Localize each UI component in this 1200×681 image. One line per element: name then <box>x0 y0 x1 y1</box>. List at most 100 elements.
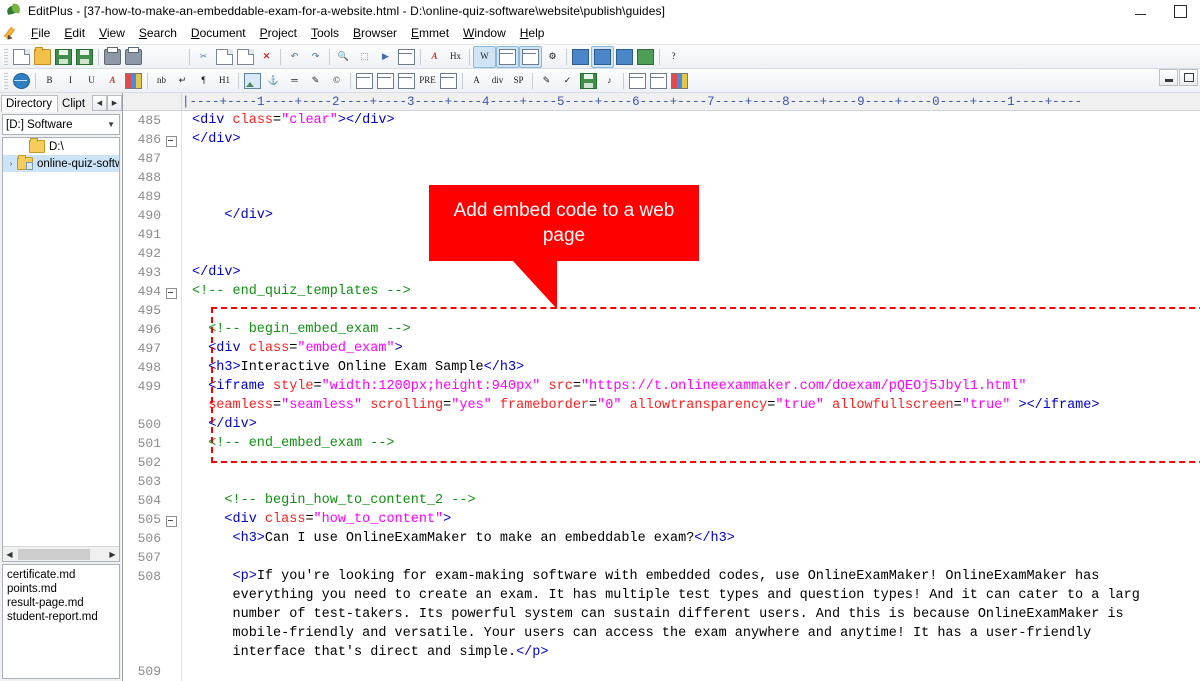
chevron-left-icon[interactable]: ◀ <box>92 95 107 111</box>
toolbar-grip[interactable] <box>3 48 8 65</box>
list-icon[interactable] <box>438 71 459 91</box>
menu-item-document[interactable]: Document <box>184 24 253 42</box>
anchor-icon[interactable]: ⚓ <box>263 71 284 91</box>
code-line[interactable]: <iframe style="width:1200px;height:940px… <box>192 377 1026 396</box>
goto-line-icon[interactable] <box>396 47 417 67</box>
directory-tree[interactable]: D:\ › online-quiz-softw ◀ ▶ <box>2 137 120 562</box>
code-line[interactable]: <div class="clear"></div> <box>192 111 395 130</box>
code-line[interactable]: interface that's direct and simple.</p> <box>192 643 549 662</box>
tree-item-online-quiz-software[interactable]: › online-quiz-softw <box>3 155 119 172</box>
menu-item-window[interactable]: Window <box>456 24 513 42</box>
minimize-button[interactable] <box>1120 0 1160 22</box>
table-cell-icon[interactable] <box>396 71 417 91</box>
code-line[interactable]: <!-- begin_how_to_content_2 --> <box>192 491 475 510</box>
code-line[interactable]: <h3>Interactive Online Exam Sample</h3> <box>192 358 524 377</box>
open-file-icon[interactable] <box>32 46 53 67</box>
italic-icon[interactable]: I <box>60 71 81 91</box>
copyright-icon[interactable]: © <box>326 71 347 91</box>
code-line[interactable]: mobile-friendly and versatile. Your user… <box>192 624 1092 643</box>
replace-icon[interactable]: ⬚ <box>354 47 375 67</box>
file-list-item[interactable]: points.md <box>3 582 119 596</box>
redo-icon[interactable]: ↷ <box>305 47 326 67</box>
font-size-icon[interactable]: A <box>424 47 445 67</box>
paste-icon[interactable] <box>235 47 256 67</box>
heading-icon[interactable]: H1 <box>214 71 235 91</box>
menu-item-emmet[interactable]: Emmet <box>404 24 456 42</box>
context-help-icon[interactable]: ? <box>663 47 684 67</box>
code-line[interactable]: </div> <box>192 263 241 282</box>
font-color-icon[interactable]: A <box>102 71 123 91</box>
print-icon[interactable] <box>123 46 144 67</box>
tab-cliptext[interactable]: Clipt <box>58 96 91 112</box>
spell-check-icon[interactable] <box>144 47 165 67</box>
menu-item-tools[interactable]: Tools <box>304 24 346 42</box>
edit-note-icon[interactable]: ✎ <box>536 71 557 91</box>
code-line[interactable]: <p>If you're looking for exam-making sof… <box>192 567 1100 586</box>
new-file-icon[interactable] <box>11 47 32 67</box>
document-restore-button[interactable] <box>1179 69 1198 86</box>
toolbar-grip[interactable] <box>3 72 8 89</box>
browser-preview-icon[interactable] <box>614 47 635 67</box>
globe-icon[interactable] <box>11 71 32 91</box>
tree-expander-icon[interactable]: › <box>5 159 17 168</box>
code-area[interactable]: 485 486 487 488 489 490 491 492 493 494 495 496 497 4… <box>123 111 1200 681</box>
span-tag-icon[interactable]: SP <box>508 71 529 91</box>
bold-icon[interactable]: B <box>39 71 60 91</box>
table-icon[interactable] <box>354 71 375 91</box>
copy-icon[interactable] <box>214 47 235 67</box>
file-list-item[interactable]: student-report.md <box>3 610 119 624</box>
code-line[interactable]: <!-- end_embed_exam --> <box>192 434 394 453</box>
scroll-track[interactable] <box>16 547 106 561</box>
menu-item-file[interactable]: File <box>24 24 57 42</box>
menu-item-search[interactable]: Search <box>132 24 184 42</box>
line-number-icon[interactable] <box>496 45 519 68</box>
save-all-icon[interactable] <box>74 47 95 67</box>
drive-selector[interactable]: [D:] Software ▼ <box>2 114 120 135</box>
tree-horizontal-scrollbar[interactable]: ◀ ▶ <box>3 546 119 561</box>
code-line[interactable]: <div class="how_to_content"> <box>192 510 451 529</box>
pre-tag-icon[interactable]: PRE <box>417 71 438 91</box>
line-break-icon[interactable]: ↵ <box>172 71 193 91</box>
file-list[interactable]: certificate.md points.md result-page.md stu… <box>2 564 120 679</box>
nbsp-icon[interactable]: nb <box>151 71 172 91</box>
menu-item-edit[interactable]: Edit <box>57 24 92 42</box>
preferences-icon[interactable]: ⚙ <box>542 47 563 67</box>
find-next-icon[interactable]: ▶ <box>375 47 396 67</box>
underline-icon[interactable]: U <box>81 71 102 91</box>
external-browser-icon[interactable] <box>635 47 656 67</box>
scroll-thumb[interactable] <box>18 548 90 560</box>
tab-directory[interactable]: Directory <box>1 95 59 112</box>
anchor-tag-icon[interactable]: A <box>466 71 487 91</box>
split-view-icon[interactable] <box>570 47 591 67</box>
insert-image-icon[interactable] <box>242 71 263 91</box>
tree-item-drive[interactable]: D:\ <box>3 138 119 155</box>
preview-icon[interactable] <box>591 45 614 68</box>
file-list-item[interactable]: certificate.md <box>3 568 119 582</box>
paragraph-icon[interactable]: ¶ <box>193 71 214 91</box>
code-line[interactable]: <div class="embed_exam"> <box>192 339 402 358</box>
menu-item-project[interactable]: Project <box>253 24 304 42</box>
view-source-icon[interactable] <box>165 47 186 67</box>
audio-icon[interactable]: ♪ <box>599 71 620 91</box>
code-line[interactable]: number of test-takers. Its powerful syst… <box>192 605 1124 624</box>
code-line[interactable]: <h3>Can I use OnlineExamMaker to make an… <box>192 529 735 548</box>
horizontal-rule-icon[interactable]: ═ <box>284 71 305 91</box>
print-preview-icon[interactable] <box>102 46 123 67</box>
link-icon[interactable]: ✎ <box>305 71 326 91</box>
validate-icon[interactable]: ✓ <box>557 71 578 91</box>
undo-icon[interactable]: ↶ <box>284 47 305 67</box>
chevron-right-icon[interactable]: ▶ <box>107 95 122 111</box>
color-chart-icon[interactable] <box>669 71 690 91</box>
code-fold-toggle[interactable] <box>166 516 177 527</box>
code-line[interactable]: <!-- begin_embed_exam --> <box>192 320 411 339</box>
code-line[interactable]: </div> <box>192 130 241 149</box>
hex-view-icon[interactable]: Hx <box>445 47 466 67</box>
code-fold-toggle[interactable] <box>166 288 177 299</box>
table-row-icon[interactable] <box>375 71 396 91</box>
div-tag-icon[interactable]: div <box>487 71 508 91</box>
scroll-right-icon[interactable]: ▶ <box>106 548 119 561</box>
code-fold-toggle[interactable] <box>166 136 177 147</box>
delete-icon[interactable]: ✕ <box>256 47 277 67</box>
frame-icon[interactable] <box>627 71 648 91</box>
menu-item-browser[interactable]: Browser <box>346 24 404 42</box>
